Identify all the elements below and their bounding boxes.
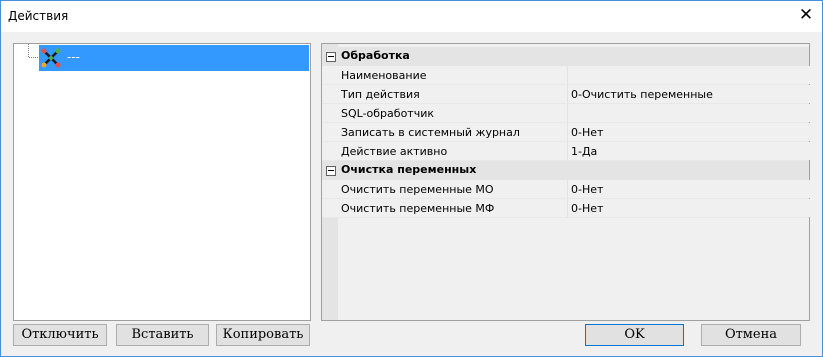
property-value[interactable]: 0-Нет	[571, 202, 603, 215]
close-icon[interactable]: ✕	[796, 5, 816, 25]
property-value[interactable]: 0-Очистить переменные	[571, 88, 713, 101]
property-name: Очистить переменные МФ	[341, 202, 495, 215]
disable-button[interactable]: Отключить	[13, 324, 107, 346]
window-title: Действия	[8, 9, 69, 23]
action-node-icon	[40, 47, 62, 69]
category-row-processing[interactable]: Обработка	[322, 47, 809, 66]
property-value[interactable]: 1-Да	[571, 145, 597, 158]
property-row[interactable]: Наименование	[322, 66, 810, 85]
copy-button[interactable]: Копировать	[216, 324, 310, 346]
property-name: Очистить переменные МО	[341, 183, 494, 196]
category-row-variables[interactable]: Очистка переменных	[322, 161, 809, 180]
property-row[interactable]: SQL-обработчик	[322, 104, 810, 123]
tree-item[interactable]: ---	[39, 45, 309, 71]
category-label: Очистка переменных	[341, 163, 477, 176]
property-name: Тип действия	[341, 88, 420, 101]
tree-connector	[28, 44, 29, 57]
tree-connector	[29, 57, 38, 58]
collapse-icon[interactable]	[326, 52, 336, 62]
property-value[interactable]: 0-Нет	[571, 126, 603, 139]
property-row[interactable]: Очистить переменные МФ 0-Нет	[322, 199, 810, 218]
actions-tree[interactable]: ---	[13, 43, 311, 321]
property-grid[interactable]: Обработка Наименование Тип действия 0-Оч…	[321, 43, 810, 321]
dialog-window: Действия ✕ --- Обработка Наименование Ти…	[0, 0, 823, 357]
tree-item-label: ---	[67, 50, 80, 64]
property-value[interactable]: 0-Нет	[571, 183, 603, 196]
paste-button[interactable]: Вставить	[116, 324, 209, 346]
cancel-button[interactable]: Отмена	[701, 324, 801, 346]
property-name: SQL-обработчик	[341, 107, 434, 120]
ok-button[interactable]: OK	[585, 324, 684, 346]
property-row[interactable]: Действие активно 1-Да	[322, 142, 810, 161]
property-row[interactable]: Тип действия 0-Очистить переменные	[322, 85, 810, 104]
property-row[interactable]: Очистить переменные МО 0-Нет	[322, 180, 810, 199]
title-bar: Действия ✕	[1, 1, 822, 32]
property-name: Записать в системный журнал	[341, 126, 520, 139]
property-name: Действие активно	[341, 145, 448, 158]
category-label: Обработка	[341, 49, 410, 62]
property-row[interactable]: Записать в системный журнал 0-Нет	[322, 123, 810, 142]
collapse-icon[interactable]	[326, 166, 336, 176]
property-name: Наименование	[341, 69, 427, 82]
